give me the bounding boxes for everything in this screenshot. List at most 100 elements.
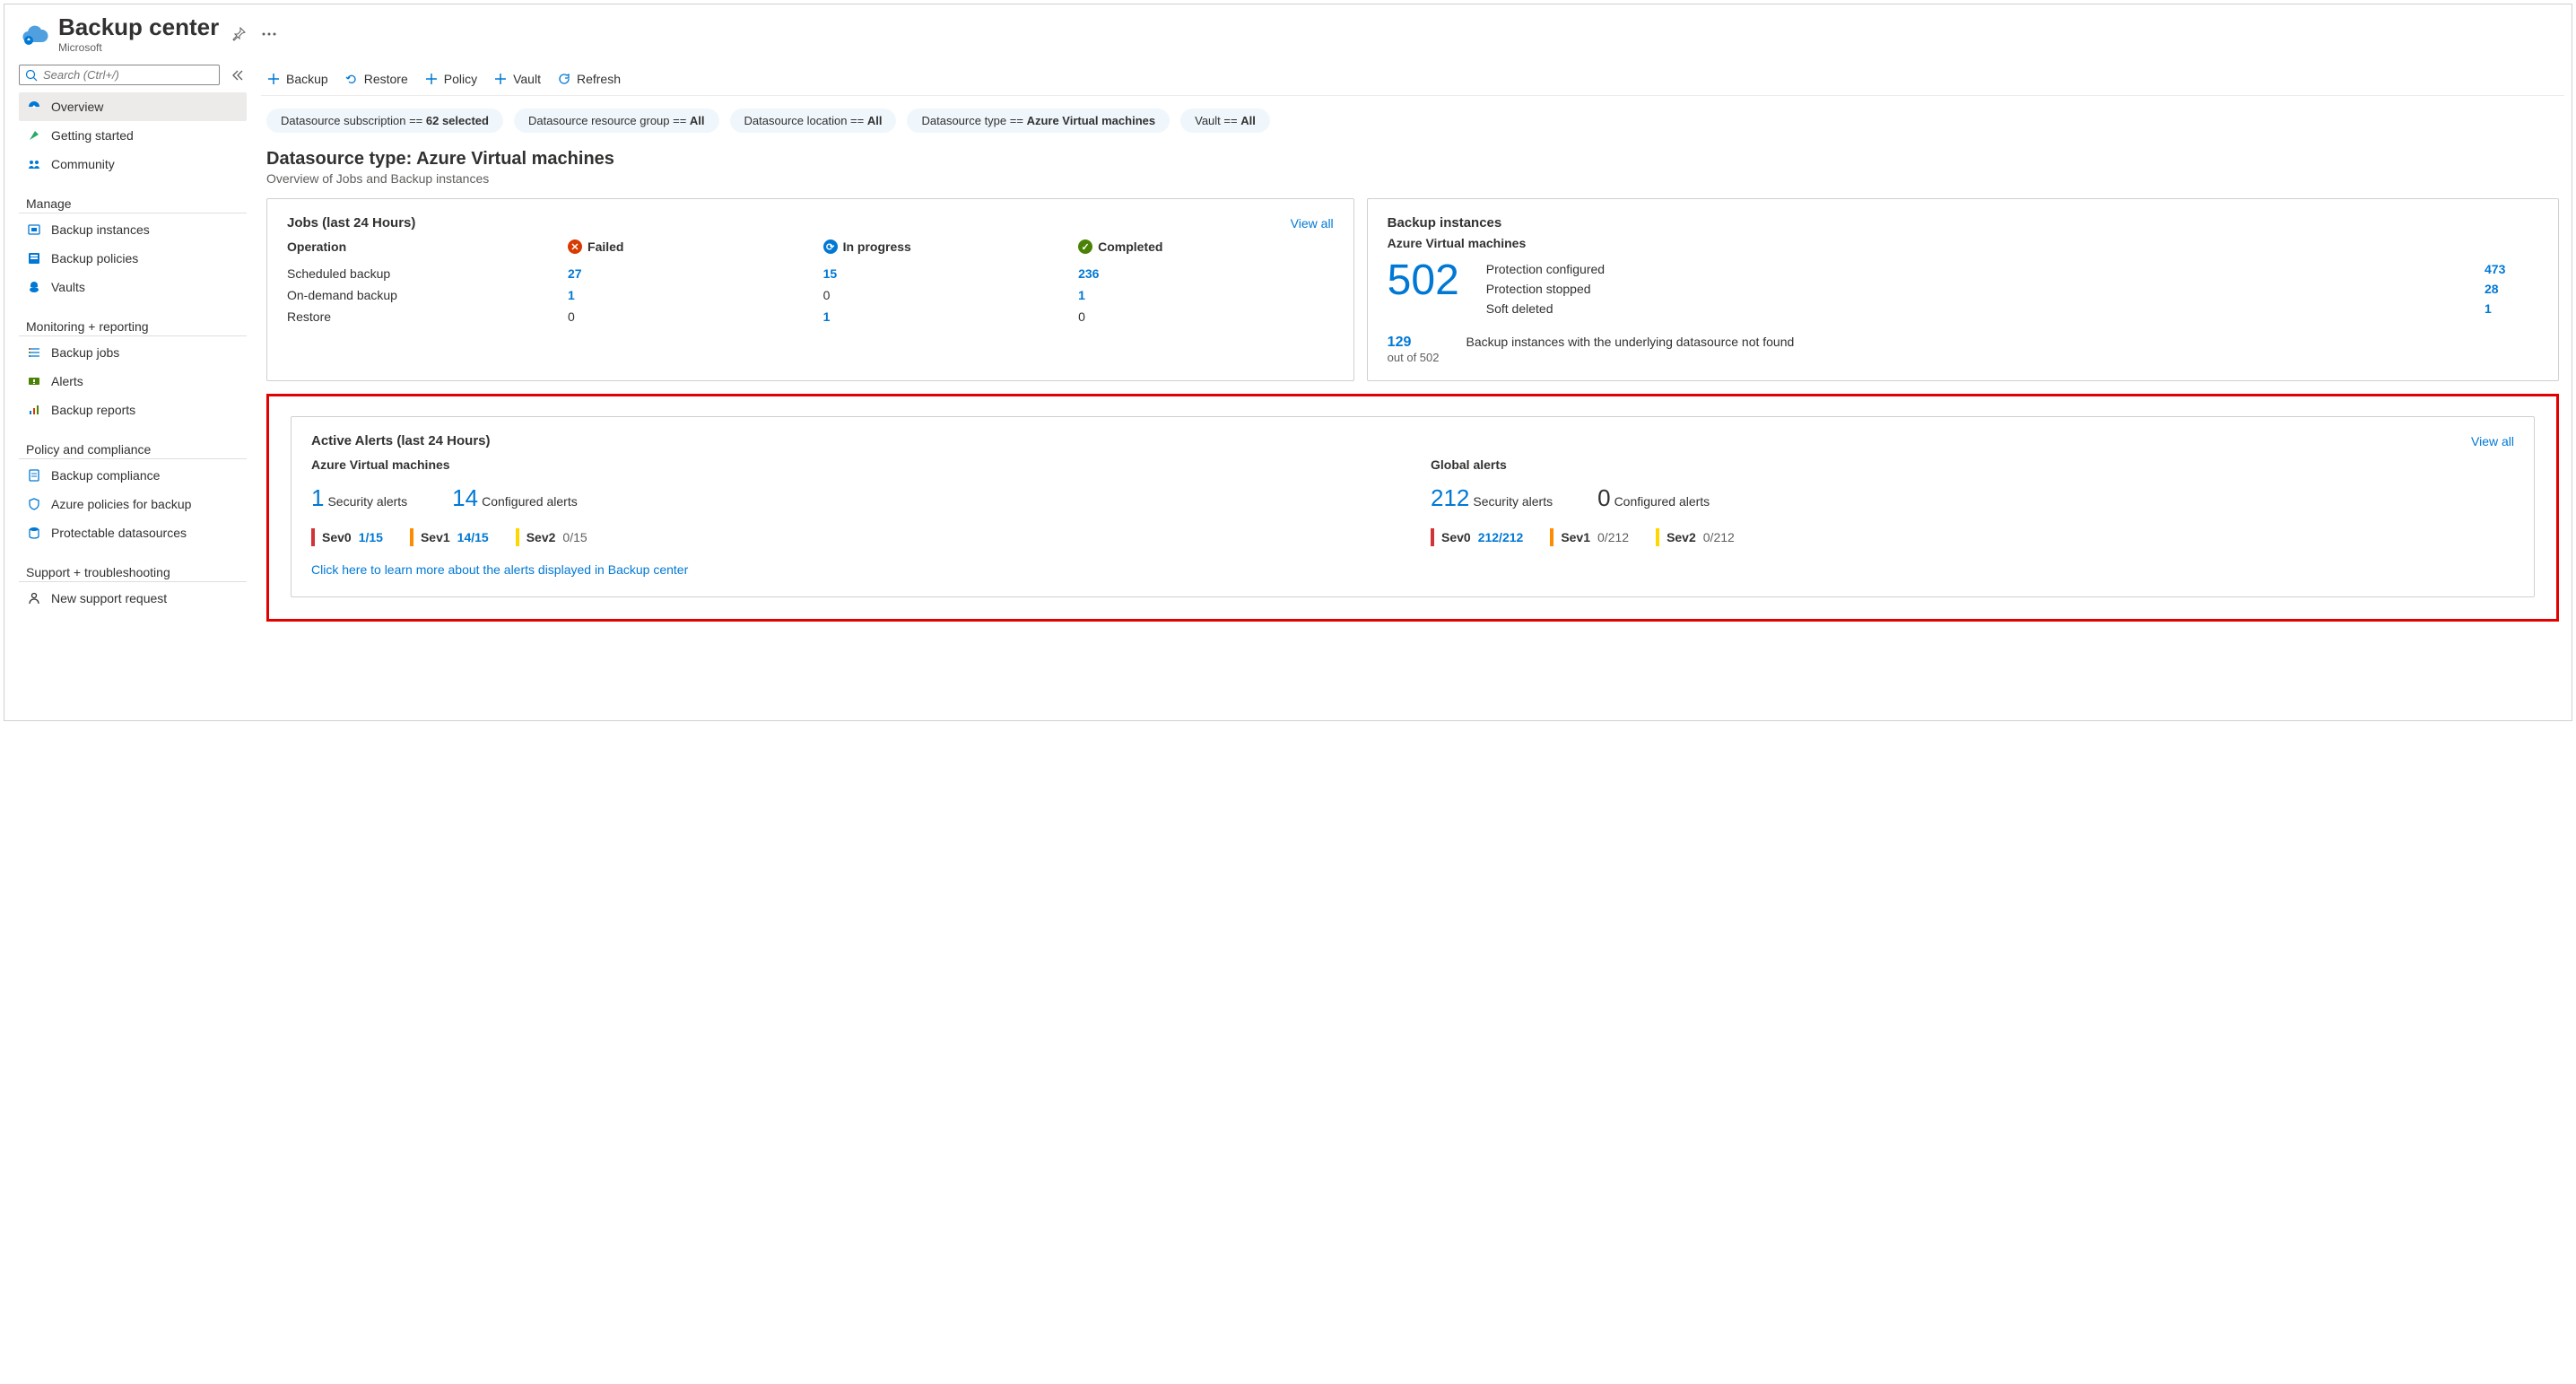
jobs-value[interactable]: 1: [568, 288, 575, 302]
jobs-value: 0: [823, 288, 831, 302]
backup-reports-icon: [26, 402, 42, 418]
alerts-view-all-link[interactable]: View all: [2471, 434, 2514, 448]
sidebar-item-backup-policies[interactable]: Backup policies: [19, 244, 247, 273]
sidebar-item-label: Backup reports: [51, 403, 135, 417]
pill-datasource-type[interactable]: Datasource type == Azure Virtual machine…: [907, 109, 1170, 133]
sidebar-item-label: Backup policies: [51, 251, 138, 265]
sidebar-item-community[interactable]: Community: [19, 150, 247, 178]
pill-resource-group[interactable]: Datasource resource group == All: [514, 109, 719, 133]
sidebar-item-label: Community: [51, 157, 115, 171]
refresh-icon: [557, 72, 571, 86]
avm-security-alerts[interactable]: 1Security alerts: [311, 484, 407, 512]
azure-policies-icon: [26, 496, 42, 512]
sev0-bar: [1431, 528, 1434, 546]
instances-stat-value[interactable]: 28: [2485, 282, 2538, 296]
avm-sev0[interactable]: Sev01/15: [311, 528, 383, 546]
instances-notfound-count[interactable]: 129: [1388, 335, 1440, 351]
sidebar-item-backup-jobs[interactable]: Backup jobs: [19, 338, 247, 367]
jobs-value: 0: [1078, 309, 1085, 324]
pin-icon[interactable]: [228, 23, 249, 45]
backup-policies-icon: [26, 250, 42, 266]
sidebar-item-label: Backup jobs: [51, 345, 119, 360]
more-icon[interactable]: [258, 29, 280, 39]
jobs-row: Restore 0 1 0: [287, 306, 1334, 327]
global-sev2[interactable]: Sev20/212: [1656, 528, 1735, 546]
sidebar-item-label: Vaults: [51, 280, 85, 294]
instances-card: Backup instances Azure Virtual machines …: [1367, 198, 2559, 381]
sidebar-item-support-request[interactable]: New support request: [19, 584, 247, 613]
backup-center-icon: [21, 20, 49, 48]
plus-icon: [493, 72, 508, 86]
sidebar-item-label: Getting started: [51, 128, 134, 143]
alerts-icon: [26, 373, 42, 389]
section-title: Datasource type: Azure Virtual machines: [261, 140, 2564, 171]
sev2-bar: [516, 528, 519, 546]
instances-total[interactable]: 502: [1388, 259, 1459, 302]
sev1-bar: [1550, 528, 1553, 546]
pill-subscription[interactable]: Datasource subscription == 62 selected: [266, 109, 503, 133]
sidebar-item-alerts[interactable]: Alerts: [19, 367, 247, 396]
restore-icon: [344, 72, 359, 86]
jobs-value: 0: [568, 309, 575, 324]
jobs-value[interactable]: 1: [1078, 288, 1085, 302]
sev1-bar: [410, 528, 413, 546]
sidebar-item-backup-reports[interactable]: Backup reports: [19, 396, 247, 424]
main-content: Backup Restore Policy Vault Refresh: [256, 59, 2572, 720]
global-sev0[interactable]: Sev0212/212: [1431, 528, 1523, 546]
sidebar-item-backup-instances[interactable]: Backup instances: [19, 215, 247, 244]
avm-configured-alerts[interactable]: 14Configured alerts: [452, 484, 578, 512]
sidebar-group-support: Support + troubleshooting: [19, 560, 247, 582]
protectable-datasources-icon: [26, 525, 42, 541]
global-sev1[interactable]: Sev10/212: [1550, 528, 1629, 546]
sidebar-item-protectable-datasources[interactable]: Protectable datasources: [19, 518, 247, 547]
alerts-col-avm: Azure Virtual machines 1Security alerts …: [311, 457, 1395, 546]
backup-instances-icon: [26, 222, 42, 238]
avm-sev1[interactable]: Sev114/15: [410, 528, 489, 546]
support-request-icon: [26, 590, 42, 606]
cmd-restore[interactable]: Restore: [344, 72, 408, 86]
cmd-backup[interactable]: Backup: [266, 72, 328, 86]
pill-location[interactable]: Datasource location == All: [730, 109, 897, 133]
jobs-value[interactable]: 236: [1078, 266, 1099, 281]
jobs-value[interactable]: 27: [568, 266, 582, 281]
sidebar-item-azure-policies[interactable]: Azure policies for backup: [19, 490, 247, 518]
instances-stat-value[interactable]: 473: [2485, 262, 2538, 276]
global-security-alerts[interactable]: 212Security alerts: [1431, 484, 1553, 512]
sidebar-group-monitoring: Monitoring + reporting: [19, 314, 247, 336]
progress-icon: ⟳: [823, 239, 838, 254]
jobs-view-all-link[interactable]: View all: [1291, 216, 1334, 231]
collapse-sidebar-icon[interactable]: [227, 65, 247, 85]
cmd-policy[interactable]: Policy: [424, 72, 477, 86]
sidebar-group-manage: Manage: [19, 191, 247, 213]
alerts-learn-more-link[interactable]: Click here to learn more about the alert…: [311, 562, 2514, 577]
jobs-row: Scheduled backup 27 15 236: [287, 263, 1334, 284]
sidebar-group-policy: Policy and compliance: [19, 437, 247, 459]
sidebar-item-backup-compliance[interactable]: Backup compliance: [19, 461, 247, 490]
jobs-value[interactable]: 1: [823, 309, 831, 324]
search-input[interactable]: [43, 68, 213, 82]
failed-icon: ✕: [568, 239, 582, 254]
backup-jobs-icon: [26, 344, 42, 361]
cmd-vault[interactable]: Vault: [493, 72, 541, 86]
pill-vault[interactable]: Vault == All: [1180, 109, 1270, 133]
sidebar-item-label: Backup compliance: [51, 468, 160, 483]
sidebar-item-vaults[interactable]: Vaults: [19, 273, 247, 301]
jobs-card-title: Jobs (last 24 Hours): [287, 215, 415, 231]
filter-pills: Datasource subscription == 62 selected D…: [261, 96, 2564, 140]
plus-icon: [424, 72, 439, 86]
sidebar-item-overview[interactable]: Overview: [19, 92, 247, 121]
community-icon: [26, 156, 42, 172]
alerts-highlight: Active Alerts (last 24 Hours) View all A…: [266, 394, 2559, 622]
sidebar-item-label: New support request: [51, 591, 167, 605]
avm-sev2[interactable]: Sev20/15: [516, 528, 587, 546]
sidebar-item-getting-started[interactable]: Getting started: [19, 121, 247, 150]
sidebar-item-label: Backup instances: [51, 222, 150, 237]
plus-icon: [266, 72, 281, 86]
search-input-wrapper[interactable]: [19, 65, 220, 85]
instances-stat-value[interactable]: 1: [2485, 301, 2538, 316]
jobs-value[interactable]: 15: [823, 266, 838, 281]
cmd-refresh[interactable]: Refresh: [557, 72, 621, 86]
command-bar: Backup Restore Policy Vault Refresh: [261, 65, 2564, 96]
overview-icon: [26, 99, 42, 115]
global-configured-alerts[interactable]: 0Configured alerts: [1597, 484, 1710, 512]
